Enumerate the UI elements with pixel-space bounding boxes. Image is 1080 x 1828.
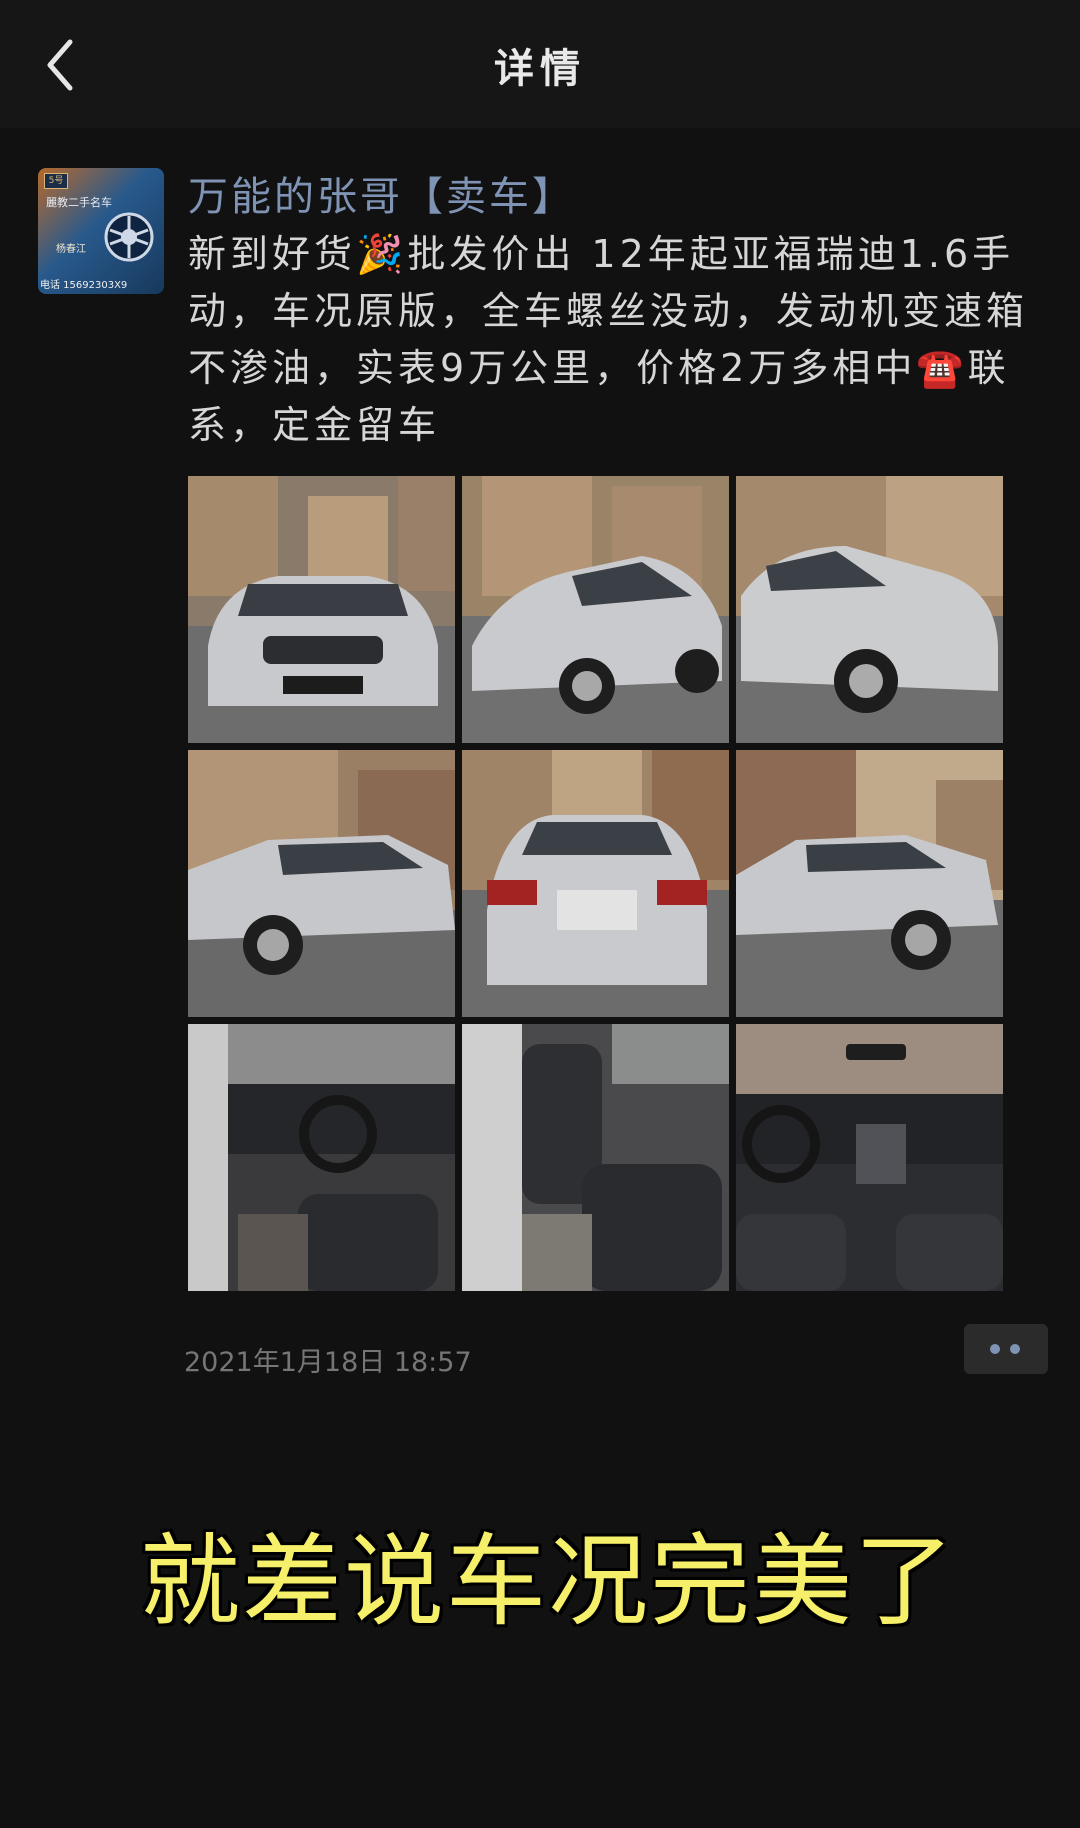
photo-car-left-side-view[interactable] (188, 750, 455, 1017)
more-dots-icon (1010, 1344, 1020, 1354)
photo-car-rear-view[interactable] (462, 750, 729, 1017)
more-options-button[interactable] (964, 1324, 1048, 1374)
avatar-phone: 电话 15692303X9 (40, 280, 128, 291)
photo-car-front-right-view[interactable] (736, 476, 1003, 743)
overlay-caption: 就差说车况完美了 (140, 1523, 956, 1640)
page-title: 详情 (494, 46, 586, 92)
avatar-tag: 5号 (44, 173, 68, 189)
author-name[interactable]: 万能的张哥【卖车】 (188, 164, 575, 222)
top-nav-bar: 详情 (0, 0, 1080, 128)
photo-car-front-left-view[interactable] (462, 476, 729, 743)
post-timestamp: 2021年1月18日 18:57 (184, 1347, 472, 1378)
more-dots-icon (990, 1344, 1000, 1354)
post-text: 新到好货🎉批发价出 12年起亚福瑞迪1.6手动，车况原版，全车螺丝没动，发动机变… (188, 232, 1029, 447)
avatar-shop-name: 麗教二手名车 (46, 196, 112, 209)
photo-car-seats-interior[interactable] (462, 1024, 729, 1291)
photo-grid (188, 476, 1004, 1291)
wheel-icon (104, 212, 154, 262)
photo-car-driver-interior[interactable] (188, 1024, 455, 1291)
photo-car-dashboard-interior[interactable] (736, 1024, 1003, 1291)
photo-car-front-view[interactable] (188, 476, 455, 743)
avatar-person-name: 杨春江 (56, 244, 86, 255)
avatar[interactable]: 5号 麗教二手名车 杨春江 电话 15692303X9 (38, 168, 164, 294)
photo-car-right-side-view[interactable] (736, 750, 1003, 1017)
